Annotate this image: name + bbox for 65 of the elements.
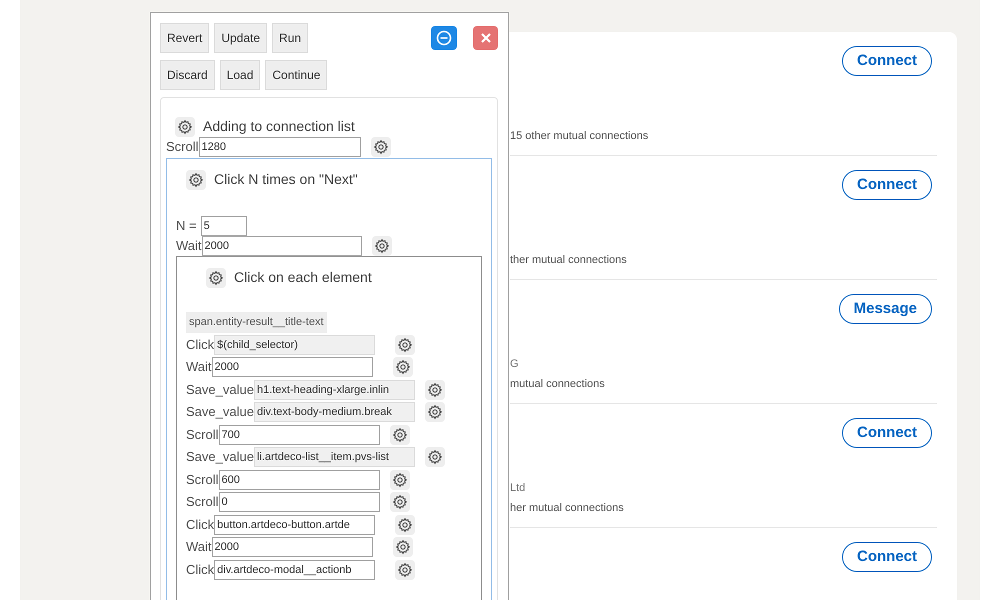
minimize-icon	[436, 30, 452, 46]
toolbar-button[interactable]: Discard	[160, 60, 215, 90]
action-button[interactable]: Connect	[842, 418, 932, 448]
settings-icon[interactable]	[395, 334, 416, 354]
field-label: Wait	[176, 237, 202, 255]
block-title: Click N times on "Next"	[214, 170, 358, 189]
mutual-connections-text: ther mutual connections	[510, 253, 627, 268]
field-label: Scroll	[166, 138, 199, 156]
settings-icon[interactable]	[424, 402, 445, 422]
selector-field[interactable]: span.entity-result__title-text	[186, 312, 327, 332]
minimize-button[interactable]	[431, 26, 457, 50]
subtitle-text: Ltd	[510, 481, 526, 496]
subtitle-text: G	[510, 357, 519, 372]
settings-icon[interactable]	[424, 447, 445, 467]
field-label: Save_value	[186, 380, 254, 399]
mutual-connections-text: her mutual connections	[510, 501, 624, 516]
input-field[interactable]: 2000	[212, 357, 373, 377]
settings-icon[interactable]	[392, 357, 413, 377]
settings-icon[interactable]	[206, 268, 226, 288]
action-button[interactable]: Message	[838, 294, 932, 324]
input-field[interactable]: 1280	[198, 137, 361, 157]
mutual-connections-text: mutual connections	[510, 377, 605, 392]
input-field[interactable]: div.artdeco-modal__actionb	[214, 560, 376, 580]
field-label: Click	[186, 516, 214, 534]
field-label: Wait	[186, 358, 212, 376]
settings-icon[interactable]	[390, 470, 410, 490]
toolbar-button[interactable]: Revert	[160, 23, 210, 53]
close-icon	[478, 31, 492, 45]
action-button[interactable]: Connect	[842, 170, 932, 200]
field-label: Scroll	[186, 470, 219, 488]
field-label: Wait	[186, 538, 212, 556]
field-label: Click	[186, 336, 214, 354]
field-label: Scroll	[186, 493, 219, 511]
toolbar-button[interactable]: Run	[272, 23, 308, 53]
toolbar-button[interactable]: Update	[214, 23, 268, 53]
input-field[interactable]: 2000	[202, 236, 362, 256]
settings-icon[interactable]	[390, 492, 410, 512]
settings-icon[interactable]	[175, 116, 195, 136]
settings-icon[interactable]	[395, 514, 416, 534]
input-field[interactable]: button.artdeco-button.artde	[214, 514, 376, 534]
settings-icon[interactable]	[372, 236, 392, 256]
toolbar-button[interactable]: Load	[220, 60, 260, 90]
settings-icon[interactable]	[390, 424, 410, 444]
field-label: N =	[176, 217, 197, 235]
input-field[interactable]: 2000	[212, 537, 373, 557]
settings-icon[interactable]	[424, 380, 445, 400]
action-button[interactable]: Connect	[842, 542, 932, 572]
settings-icon[interactable]	[395, 560, 416, 580]
settings-icon[interactable]	[370, 137, 391, 157]
input-field[interactable]: 600	[218, 470, 380, 490]
block-title: Adding to connection list	[203, 117, 355, 136]
close-button[interactable]	[473, 26, 498, 50]
action-button[interactable]: Connect	[842, 46, 932, 76]
settings-icon[interactable]	[186, 170, 206, 190]
settings-icon[interactable]	[392, 537, 413, 557]
input-field[interactable]: 0	[218, 492, 380, 512]
block-title: Click on each element	[234, 268, 372, 287]
input-field[interactable]: 700	[218, 424, 380, 444]
input-field[interactable]: 5	[200, 216, 247, 236]
field-label: Save_value	[186, 448, 254, 466]
field-label: Save_value	[186, 403, 254, 421]
mutual-connections-text: 15 other mutual connections	[510, 129, 648, 144]
field-label: Click	[186, 560, 214, 578]
field-label: Scroll	[186, 426, 219, 444]
toolbar-button[interactable]: Continue	[265, 60, 328, 90]
